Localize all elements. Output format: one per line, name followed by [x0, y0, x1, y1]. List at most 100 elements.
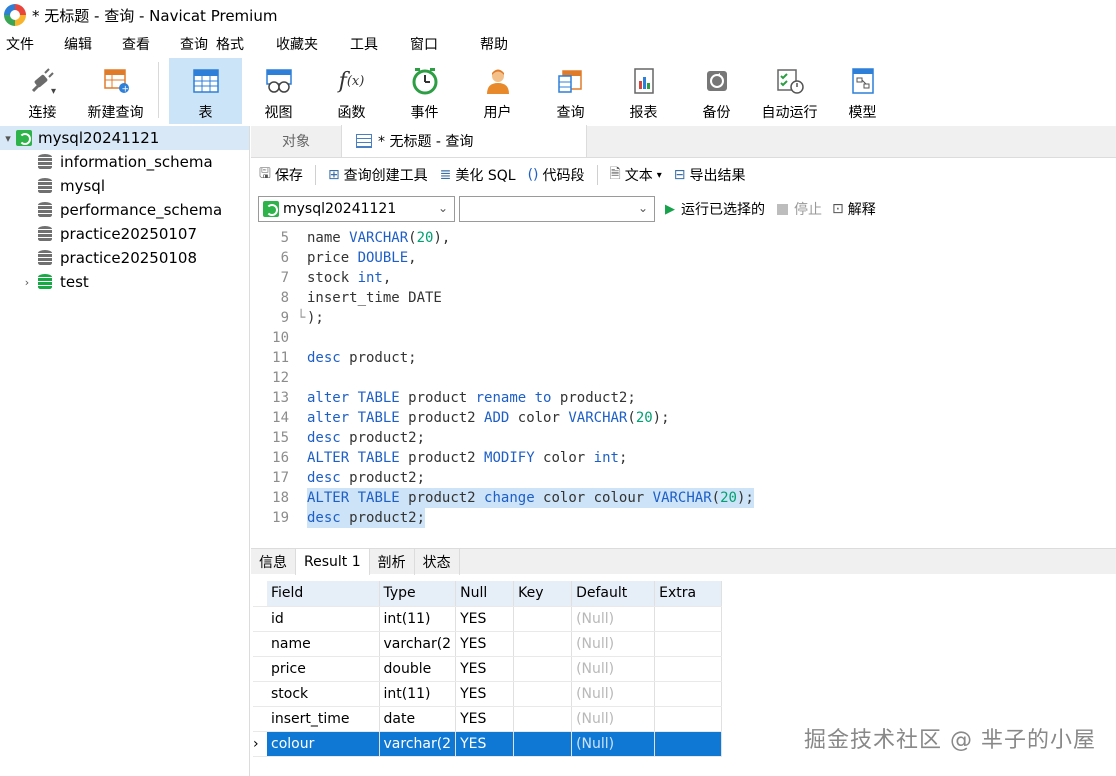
menu-help[interactable]: 帮助: [474, 34, 514, 54]
explain-button[interactable]: ⊡ 解释: [832, 199, 876, 219]
code-line[interactable]: 13 alter TABLE product rename to product2…: [251, 388, 1116, 408]
column-header[interactable]: Default: [571, 581, 656, 607]
tab-status[interactable]: 状态: [415, 549, 460, 575]
code-line[interactable]: 17 desc product2;: [251, 468, 1116, 488]
column-header[interactable]: Extra: [654, 581, 723, 607]
table-cell[interactable]: [513, 631, 573, 657]
code-line[interactable]: 9 └);: [251, 308, 1116, 328]
table-cell[interactable]: [654, 656, 723, 682]
toolbar-model-button[interactable]: 模型: [826, 58, 899, 124]
tree-item-database[interactable]: practice20250107: [0, 222, 249, 246]
table-cell[interactable]: varchar(2: [379, 731, 457, 757]
table-cell[interactable]: YES: [455, 656, 515, 682]
table-row[interactable]: stock int(11) YES (Null): [253, 681, 723, 707]
code-line[interactable]: 15 desc product2;: [251, 428, 1116, 448]
table-cell[interactable]: id: [267, 606, 380, 632]
code-line[interactable]: 6 price DOUBLE,: [251, 248, 1116, 268]
menu-favorites[interactable]: 收藏夹: [270, 34, 324, 54]
tree-item-database[interactable]: mysql: [0, 174, 249, 198]
table-cell[interactable]: [513, 706, 573, 732]
database-select[interactable]: ⌄: [459, 196, 655, 222]
code-line[interactable]: 19 desc product2;: [251, 508, 1116, 528]
table-cell[interactable]: insert_time: [267, 706, 380, 732]
code-line[interactable]: 7 stock int,: [251, 268, 1116, 288]
text-mode-button[interactable]: 🗎 文本 ▾: [610, 163, 662, 187]
chevron-down-icon[interactable]: ▾: [0, 132, 16, 145]
table-cell[interactable]: YES: [455, 706, 515, 732]
code-line[interactable]: 10: [251, 328, 1116, 348]
tree-item-database-test[interactable]: › test: [0, 270, 249, 294]
tab-profile[interactable]: 剖析: [370, 549, 415, 575]
table-row[interactable]: › colour varchar(2 YES (Null): [253, 731, 723, 757]
toolbar-function-button[interactable]: f (x) 函数: [315, 58, 388, 124]
column-header[interactable]: Field: [267, 581, 380, 607]
table-cell[interactable]: int(11): [379, 681, 457, 707]
column-header[interactable]: Key: [513, 581, 573, 607]
sql-editor[interactable]: 5 name VARCHAR(20), 6 price DOUBLE, 7 stock i…: [251, 228, 1116, 548]
tree-item-connection[interactable]: ▾ mysql20241121: [0, 126, 249, 150]
table-cell[interactable]: [513, 656, 573, 682]
beautify-sql-button[interactable]: ≣ 美化 SQL: [440, 165, 516, 185]
toolbar-user-button[interactable]: 用户: [461, 58, 534, 124]
table-cell[interactable]: stock: [267, 681, 380, 707]
code-line[interactable]: 5 name VARCHAR(20),: [251, 228, 1116, 248]
table-cell[interactable]: name: [267, 631, 380, 657]
table-cell[interactable]: int(11): [379, 606, 457, 632]
tree-item-database[interactable]: information_schema: [0, 150, 249, 174]
table-cell[interactable]: colour: [267, 731, 380, 757]
tree-item-database[interactable]: practice20250108: [0, 246, 249, 270]
toolbar-new-query-button[interactable]: + 新建查询: [79, 58, 152, 124]
menu-edit[interactable]: 编辑: [58, 34, 98, 54]
menu-view[interactable]: 查看: [116, 34, 156, 54]
table-row[interactable]: price double YES (Null): [253, 656, 723, 682]
table-cell[interactable]: double: [379, 656, 457, 682]
toolbar-autorun-button[interactable]: 自动运行: [753, 58, 826, 124]
table-cell[interactable]: date: [379, 706, 457, 732]
table-row[interactable]: insert_time date YES (Null): [253, 706, 723, 732]
menu-format[interactable]: 格式: [210, 34, 250, 54]
table-cell[interactable]: price: [267, 656, 380, 682]
tree-item-database[interactable]: performance_schema: [0, 198, 249, 222]
query-builder-button[interactable]: ⊞ 查询创建工具: [328, 165, 428, 185]
tab-objects[interactable]: 对象: [251, 125, 341, 157]
toolbar-table-button[interactable]: 表: [169, 58, 242, 124]
code-line[interactable]: 12: [251, 368, 1116, 388]
table-cell[interactable]: [654, 706, 723, 732]
tab-query[interactable]: * 无标题 - 查询: [341, 125, 587, 157]
toolbar-event-button[interactable]: 事件: [388, 58, 461, 124]
table-cell[interactable]: [513, 681, 573, 707]
menu-query[interactable]: 查询: [174, 34, 214, 54]
column-header[interactable]: Null: [455, 581, 515, 607]
table-cell[interactable]: (Null): [571, 706, 656, 732]
table-cell[interactable]: YES: [455, 681, 515, 707]
table-row[interactable]: name varchar(2 YES (Null): [253, 631, 723, 657]
code-line[interactable]: 16 ALTER TABLE product2 MODIFY color int;: [251, 448, 1116, 468]
table-cell[interactable]: (Null): [571, 656, 656, 682]
table-cell[interactable]: (Null): [571, 606, 656, 632]
menu-file[interactable]: 文件: [0, 34, 40, 54]
code-line[interactable]: 18 ALTER TABLE product2 change color colo…: [251, 488, 1116, 508]
table-cell[interactable]: YES: [455, 731, 515, 757]
table-cell[interactable]: [513, 731, 573, 757]
table-cell[interactable]: (Null): [571, 731, 656, 757]
table-cell[interactable]: (Null): [571, 631, 656, 657]
table-cell[interactable]: (Null): [571, 681, 656, 707]
code-line[interactable]: 11 desc product;: [251, 348, 1116, 368]
menu-window[interactable]: 窗口: [404, 34, 444, 54]
table-cell[interactable]: varchar(2: [379, 631, 457, 657]
tab-info[interactable]: 信息: [251, 549, 296, 575]
tab-result-1[interactable]: Result 1: [296, 549, 370, 575]
table-cell[interactable]: [654, 631, 723, 657]
table-cell[interactable]: [654, 731, 723, 757]
toolbar-backup-button[interactable]: 备份: [680, 58, 753, 124]
code-line[interactable]: 8 insert_time DATE: [251, 288, 1116, 308]
table-cell[interactable]: YES: [455, 631, 515, 657]
chevron-right-icon[interactable]: ›: [16, 276, 38, 289]
code-snippet-button[interactable]: () 代码段: [528, 165, 585, 185]
toolbar-connect-button[interactable]: ▾ 连接: [6, 58, 79, 124]
export-results-button[interactable]: ⊟ 导出结果: [674, 165, 746, 185]
stop-button[interactable]: 停止: [777, 199, 822, 219]
table-cell[interactable]: [513, 606, 573, 632]
table-cell[interactable]: [654, 681, 723, 707]
table-cell[interactable]: YES: [455, 606, 515, 632]
